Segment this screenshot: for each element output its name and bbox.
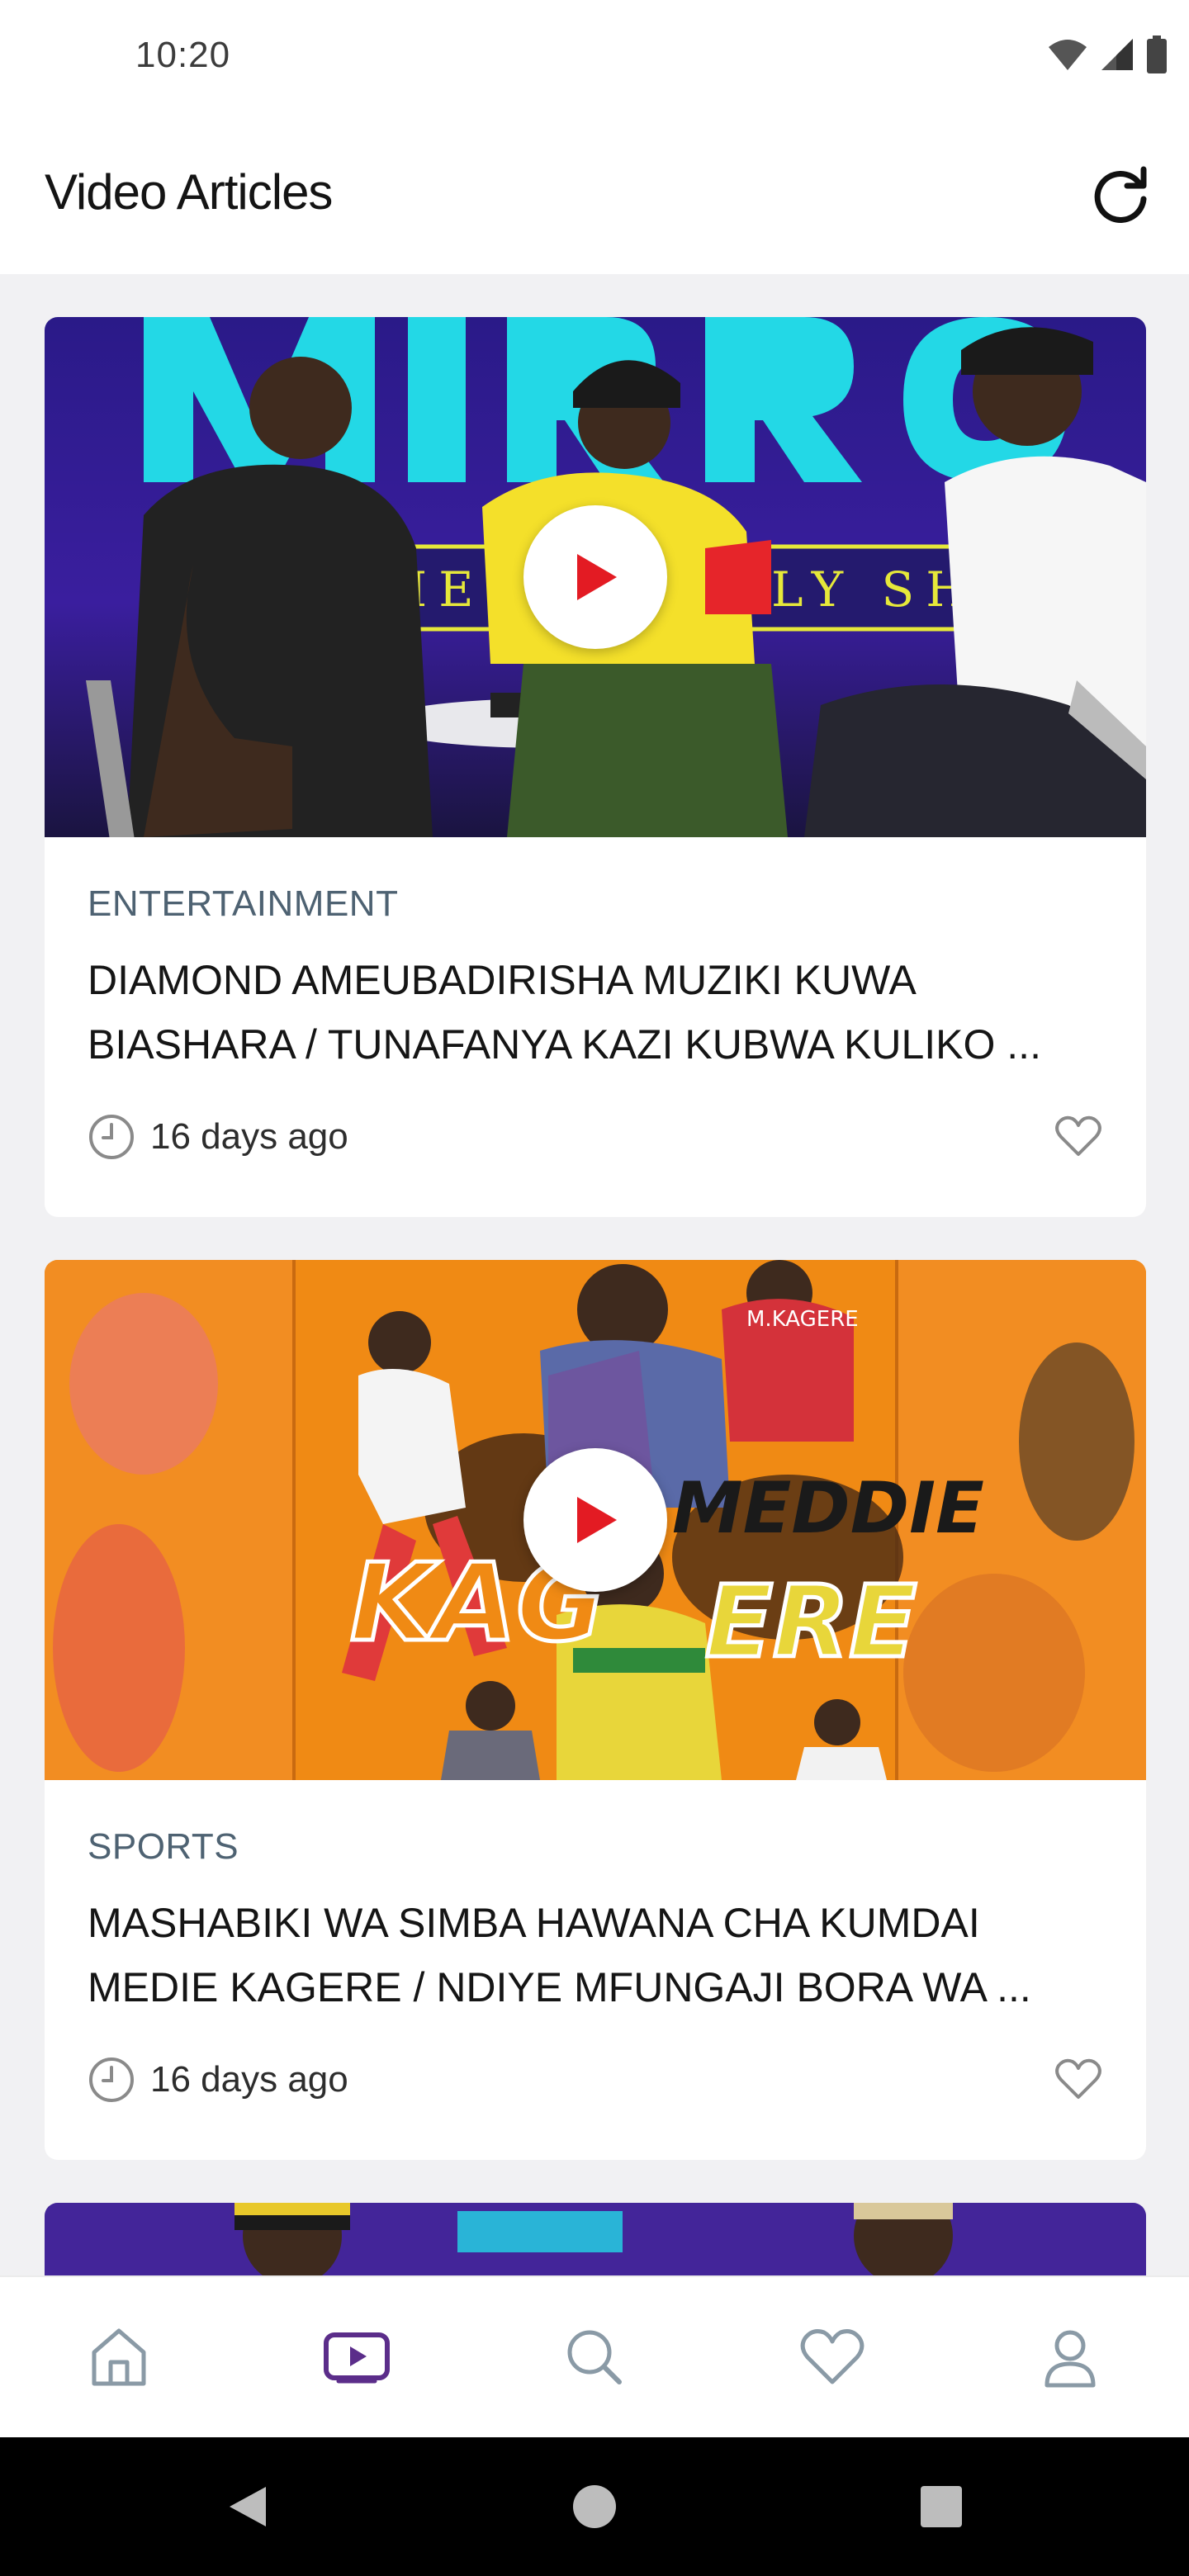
nav-search[interactable] <box>537 2299 652 2415</box>
video-icon <box>324 2332 390 2384</box>
favorite-button[interactable] <box>1052 1111 1105 1161</box>
clock-icon <box>89 1115 134 1159</box>
home-circle-icon <box>573 2485 616 2528</box>
status-time: 10:20 <box>135 35 231 75</box>
article-meta: 16 days ago <box>88 2051 348 2109</box>
profile-icon <box>1045 2330 1096 2388</box>
play-icon <box>577 1497 617 1543</box>
page-title: Video Articles <box>45 164 333 220</box>
system-navigation <box>0 2437 1189 2576</box>
svg-text:M.KAGERE: M.KAGERE <box>746 1307 859 1332</box>
status-icons <box>1047 33 1168 76</box>
system-home-button[interactable] <box>563 2475 626 2538</box>
refresh-button[interactable] <box>1083 157 1158 231</box>
heart-outline-icon <box>1055 1115 1101 1156</box>
status-bar: 10:20 <box>0 0 1189 116</box>
play-icon <box>577 554 617 600</box>
signal-icon <box>1101 39 1133 70</box>
video-thumbnail[interactable] <box>45 2203 1146 2275</box>
wifi-icon <box>1049 40 1087 70</box>
article-category: ENTERTAINMENT <box>88 883 399 924</box>
article-title[interactable]: DIAMOND AMEUBADIRISHA MUZIKI KUWA BIASHA… <box>88 948 1103 1077</box>
back-icon <box>230 2487 266 2526</box>
nav-home[interactable] <box>61 2299 177 2415</box>
nav-videos[interactable] <box>299 2299 414 2415</box>
svg-text:ERE: ERE <box>705 1565 917 1680</box>
heart-outline-icon <box>1055 2058 1101 2099</box>
nav-profile[interactable] <box>1012 2299 1128 2415</box>
article-meta: 16 days ago <box>88 1108 348 1166</box>
video-thumbnail[interactable]: M.KAGERE KAG ERE MEDDIE <box>45 1260 1146 1780</box>
heart-icon <box>800 2329 865 2384</box>
article-title[interactable]: MASHABIKI WA SIMBA HAWANA CHA KUMDAI MED… <box>88 1891 1103 2020</box>
article-card[interactable]: THE LY SHO <box>45 317 1146 1217</box>
svg-text:MEDDIE: MEDDIE <box>672 1467 984 1550</box>
clock-icon <box>89 2057 134 2102</box>
video-thumbnail[interactable]: THE LY SHO <box>45 317 1146 837</box>
system-recents-button[interactable] <box>910 2475 973 2538</box>
article-card[interactable] <box>45 2203 1146 2275</box>
nav-favorites[interactable] <box>775 2299 890 2415</box>
article-time: 16 days ago <box>150 1116 348 1157</box>
article-card[interactable]: M.KAGERE KAG ERE MEDDIE SPORTS MASHABIKI… <box>45 1260 1146 2160</box>
refresh-icon <box>1094 166 1147 223</box>
article-category: SPORTS <box>88 1826 239 1867</box>
bottom-navigation <box>0 2275 1189 2437</box>
thumbnail-image <box>45 2203 1146 2275</box>
article-time: 16 days ago <box>150 2059 348 2100</box>
card-body: SPORTS MASHABIKI WA SIMBA HAWANA CHA KUM… <box>45 1780 1146 2160</box>
battery-icon <box>1147 36 1167 73</box>
home-icon <box>92 2328 146 2386</box>
recents-icon <box>921 2486 962 2527</box>
play-button[interactable] <box>523 1448 667 1592</box>
app-bar: Video Articles <box>0 116 1189 274</box>
search-icon <box>567 2330 622 2384</box>
video-feed[interactable]: THE LY SHO <box>0 274 1189 2275</box>
card-body: ENTERTAINMENT DIAMOND AMEUBADIRISHA MUZI… <box>45 837 1146 1217</box>
favorite-button[interactable] <box>1052 2054 1105 2104</box>
system-back-button[interactable] <box>216 2475 279 2538</box>
play-button[interactable] <box>523 505 667 649</box>
